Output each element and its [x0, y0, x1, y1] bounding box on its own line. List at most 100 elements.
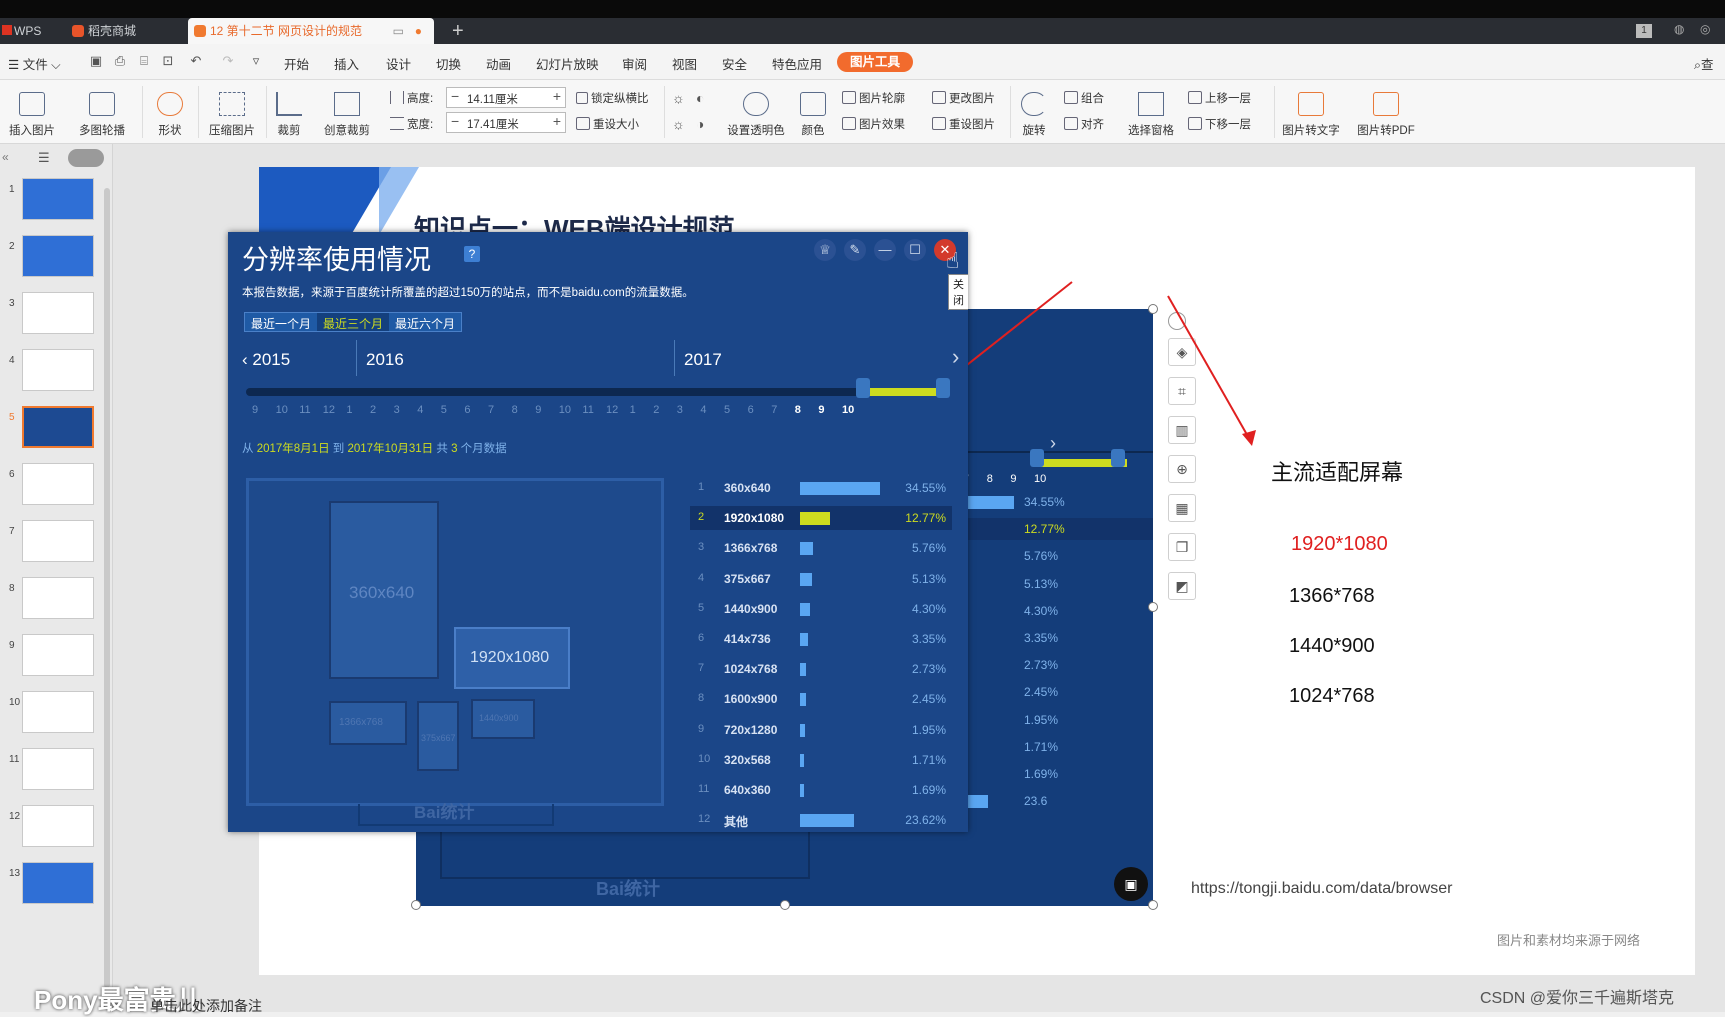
share-bar [800, 814, 854, 828]
year-2016: 2016 [366, 350, 404, 369]
share-percent: 1.69% [911, 783, 946, 797]
ranking-row[interactable]: 10 320x568 1.71% [690, 748, 952, 772]
month-tick: 2 [370, 404, 377, 416]
prev-year-button[interactable]: ‹ 2015 [242, 350, 290, 370]
share-percent: 5.76% [911, 541, 946, 556]
minimize-icon[interactable]: — [874, 239, 896, 261]
from-label: 从 [242, 443, 254, 455]
resolution-name: 其他 [724, 815, 749, 830]
resolution-name: 1920x1080 [724, 511, 785, 526]
ranking-row[interactable]: 6 414x736 3.35% [690, 627, 952, 651]
ranking-row[interactable]: 5 1440x900 4.30% [690, 597, 952, 621]
screen-label: 1366x768 [339, 717, 383, 728]
rank-number: 5 [698, 601, 705, 614]
share-bar [800, 784, 804, 797]
share-percent: 3.35% [911, 632, 946, 646]
month-tick: 4 [417, 404, 424, 416]
resolution-name: 720x1280 [724, 722, 778, 737]
skin-shirt-icon[interactable]: ♕ [814, 239, 836, 261]
rank-number: 11 [698, 783, 710, 795]
help-icon[interactable]: ? [464, 246, 480, 262]
resolution-name: 1366x768 [724, 541, 778, 556]
ranking-row[interactable]: 11 640x360 1.69% [690, 778, 952, 802]
resolution-dialog[interactable]: 分辨率使用情况 ? ♕ ✎ — ☐ ✕ ☝ 关闭 本报告数据，来源于百度统计所覆… [228, 232, 968, 832]
month-tick: 6 [747, 404, 754, 416]
month-tick: 4 [700, 404, 707, 416]
screen-1440x900: 1440x900 [471, 699, 535, 739]
month-tick: 3 [676, 404, 683, 416]
range-selector: 最近一个月 最近三个月 最近六个月 [244, 312, 463, 332]
resolution-name: 1600x900 [724, 692, 778, 707]
screen-label: 375x667 [421, 733, 456, 743]
month-tick: 5 [724, 404, 731, 416]
range-3-months[interactable]: 最近三个月 [317, 313, 390, 331]
timeline-track[interactable] [246, 388, 946, 396]
dialog-subtitle: 本报告数据，来源于百度统计所覆盖的超过150万的站点，而不是baidu.com的… [242, 287, 694, 299]
month-tick: 11 [299, 404, 311, 416]
rank-number: 10 [698, 752, 711, 765]
resolution-name: 320x568 [724, 752, 771, 767]
screen-label: 1920x1080 [470, 649, 550, 666]
ranking-row[interactable]: 12 其他 23.62% [690, 808, 952, 832]
timeline-selected-range [864, 388, 944, 396]
month-tick: 8 [511, 404, 518, 416]
month-tick: 10 [275, 404, 288, 416]
month-tick: 5 [440, 404, 447, 416]
total-months: 3 [451, 443, 458, 455]
ranking-row[interactable]: 2 1920x1080 12.77% [690, 506, 952, 531]
share-bar [800, 753, 804, 767]
share-bar [800, 572, 812, 586]
share-bar [800, 512, 830, 526]
ranking-row[interactable]: 7 1024x768 2.73% [690, 657, 952, 681]
ranking-row[interactable]: 3 1366x768 5.76% [690, 536, 952, 560]
share-bar [800, 633, 808, 646]
month-tick: 10 [842, 404, 855, 416]
month-tick: 12 [606, 404, 619, 416]
date-from: 2017年8月1日 [256, 443, 330, 455]
rank-number: 6 [698, 632, 705, 644]
share-percent: 12.77% [905, 511, 946, 526]
ranking-row[interactable]: 4 375x667 5.13% [690, 567, 952, 591]
screen-375x667: 375x667 [417, 701, 459, 771]
ranking-row[interactable]: 9 720x1280 1.95% [690, 718, 952, 742]
share-percent: 2.45% [911, 692, 946, 707]
range-handle-end[interactable] [936, 378, 950, 398]
year-2015: 2015 [252, 350, 291, 369]
date-range-text: 从 2017年8月1日 到 2017年10月31日 共 3 个月数据 [242, 440, 507, 456]
red-arrowhead-right [1242, 430, 1256, 446]
month-tick: 6 [464, 404, 471, 416]
next-year-button[interactable]: › [952, 344, 959, 370]
share-bar [800, 663, 807, 677]
rank-number: 9 [698, 722, 705, 735]
rank-number: 12 [698, 813, 711, 826]
notes-placeholder[interactable]: 单击此处添加备注 [150, 996, 262, 1016]
hand-cursor-icon: ☝ [946, 248, 960, 273]
baidu-logo: Bai统计 [414, 803, 475, 822]
range-handle-start[interactable] [856, 378, 870, 398]
maximize-icon[interactable]: ☐ [904, 239, 926, 261]
month-tick: 1 [346, 404, 353, 416]
ranking-row[interactable]: 1 360x640 34.55% [690, 476, 952, 500]
year-2017: 2017 [684, 350, 722, 369]
year-divider [356, 340, 357, 376]
resolution-name: 1440x900 [724, 601, 778, 616]
screen-label: 360x640 [349, 583, 415, 602]
month-tick: 2 [653, 404, 660, 416]
ranking-row[interactable]: 8 1600x900 2.45% [690, 687, 952, 711]
pin-icon[interactable]: ✎ [844, 239, 866, 261]
range-6-months[interactable]: 最近六个月 [389, 313, 462, 331]
total-label: 共 [436, 443, 448, 455]
share-bar [800, 482, 880, 495]
range-1-month[interactable]: 最近一个月 [245, 313, 318, 331]
close-tooltip: 关闭 [948, 274, 968, 310]
share-bar [800, 723, 805, 737]
month-tick: 8 [794, 404, 801, 416]
month-tick: 9 [535, 404, 542, 416]
rank-number: 3 [698, 541, 705, 554]
share-percent: 1.71% [911, 752, 946, 767]
resolution-name: 1024x768 [724, 662, 778, 677]
month-tick: 11 [582, 404, 594, 416]
total-suffix: 个月数据 [460, 443, 507, 455]
share-percent: 5.13% [911, 571, 946, 586]
share-percent: 23.62% [905, 813, 946, 828]
